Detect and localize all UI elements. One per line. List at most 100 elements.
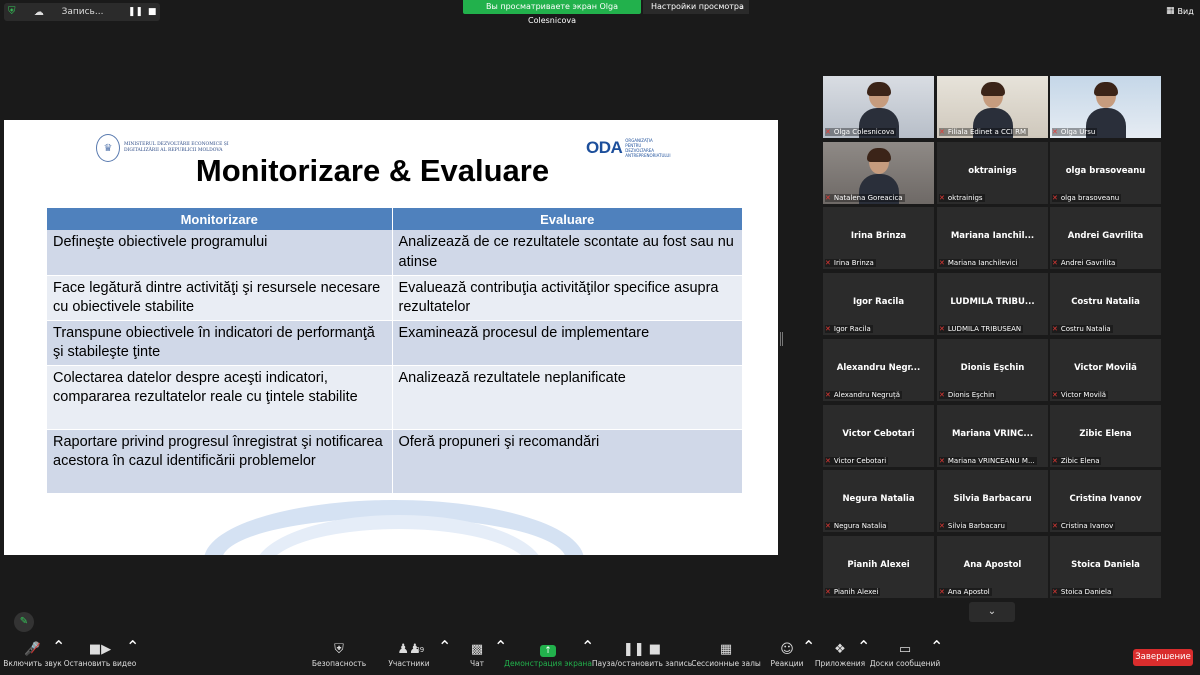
- participant-name: Stoica Daniela: [1060, 588, 1112, 596]
- chat-options-caret[interactable]: ⌃: [494, 637, 507, 656]
- participant-display-name: Pianih Alexei: [847, 560, 910, 570]
- participant-tile[interactable]: Dionis Eşchin ✕ Dionis Eşchin: [937, 339, 1048, 401]
- participant-name-label: ✕ Zibic Elena: [1052, 457, 1102, 465]
- stop-recording-icon[interactable]: ■: [144, 7, 160, 17]
- participant-name-label: ✕ Olga Colesnicova: [825, 128, 897, 136]
- gallery-next-page-button[interactable]: ⌄: [969, 602, 1015, 622]
- participant-tile[interactable]: Victor Movilă ✕ Victor Movilă: [1050, 339, 1161, 401]
- shield-icon: ⛨: [334, 642, 344, 657]
- table-cell: Examinează procesul de implementare: [392, 320, 743, 366]
- participant-name: Alexandru Negruță: [833, 391, 900, 399]
- muted-mic-icon: ✕: [939, 391, 945, 399]
- participant-display-name: LUDMILA TRIBU...: [950, 297, 1035, 307]
- participant-tile[interactable]: Alexandru Negr... ✕ Alexandru Negruță: [823, 339, 934, 401]
- participant-tile[interactable]: Igor Racila ✕ Igor Racila: [823, 273, 934, 335]
- reactions-options-caret[interactable]: ⌃: [802, 637, 815, 656]
- participant-name-label: ✕ Victor Cebotari: [825, 457, 889, 465]
- participant-name-label: ✕ Stoica Daniela: [1052, 588, 1114, 596]
- participants-button[interactable]: ♟♟ 39 Участники: [388, 637, 430, 675]
- participant-tile[interactable]: Mariana VRINC... ✕ Mariana VRINCEANU M...: [937, 405, 1048, 467]
- view-button[interactable]: ▦ Вид: [1166, 6, 1194, 16]
- participant-name: Cristina Ivanov: [1060, 522, 1114, 530]
- participant-display-name: Alexandru Negr...: [836, 363, 921, 373]
- participant-display-name: olga brasoveanu: [1065, 166, 1146, 176]
- apps-options-caret[interactable]: ⌃: [857, 637, 870, 656]
- participant-name-label: ✕ Olga Ursu: [1052, 128, 1098, 136]
- participant-tile[interactable]: Silvia Barbacaru ✕ Silvia Barbacaru: [937, 470, 1048, 532]
- participant-display-name: Victor Movilă: [1074, 363, 1137, 373]
- participant-tile[interactable]: Pianih Alexei ✕ Pianih Alexei: [823, 536, 934, 598]
- participant-tile[interactable]: ✕ Olga Colesnicova: [823, 76, 934, 138]
- participants-count: 39: [415, 646, 425, 654]
- pause-recording-button[interactable]: ❚❚ ■ Пауза/остановить запись: [592, 637, 692, 675]
- audio-options-caret[interactable]: ⌃: [52, 637, 65, 656]
- participants-options-caret[interactable]: ⌃: [438, 637, 451, 656]
- participant-tile[interactable]: Costru Natalia ✕ Costru Natalia: [1050, 273, 1161, 335]
- stop-video-button[interactable]: ■▶ Остановить видео: [64, 637, 137, 675]
- participant-name: Olga Colesnicova: [833, 128, 895, 136]
- share-screen-button[interactable]: ↑ Демонстрация экрана: [504, 637, 592, 675]
- table-cell: Colectarea datelor despre aceşti indicat…: [47, 365, 393, 430]
- participant-tile[interactable]: ✕ Olga Ursu: [1050, 76, 1161, 138]
- participant-name: Victor Movilă: [1060, 391, 1107, 399]
- participant-tile[interactable]: Cristina Ivanov ✕ Cristina Ivanov: [1050, 470, 1161, 532]
- participant-name-label: ✕ Igor Racila: [825, 325, 873, 333]
- table-cell: Raportare privind progresul înregistrat …: [47, 429, 393, 494]
- table-cell: Evaluează contribuţia activităţilor spec…: [392, 275, 743, 321]
- breakout-rooms-button[interactable]: ▦ Сессионные залы: [691, 637, 761, 675]
- reactions-button[interactable]: ☺ Реакции: [770, 637, 803, 675]
- participant-display-name: Mariana Ianchil...: [950, 231, 1035, 241]
- participant-name: Silvia Barbacaru: [947, 522, 1005, 530]
- table-cell: Transpune obiectivele în indicatori de p…: [47, 320, 393, 366]
- participant-tile[interactable]: oktrainigs ✕ oktrainigs: [937, 142, 1048, 204]
- table-row: Defineşte obiectivele programului Analiz…: [47, 230, 743, 276]
- whiteboards-options-caret[interactable]: ⌃: [930, 637, 943, 656]
- participant-name: Mariana VRINCEANU M...: [947, 457, 1035, 465]
- end-meeting-button[interactable]: Завершение: [1133, 649, 1193, 666]
- participant-tile[interactable]: Zibic Elena ✕ Zibic Elena: [1050, 405, 1161, 467]
- participant-tile[interactable]: ✕ Natalena Goreacica: [823, 142, 934, 204]
- video-camera-icon: ■▶: [88, 642, 112, 657]
- muted-mic-icon: 🎤̸: [24, 642, 41, 657]
- participant-tile[interactable]: Andrei Gavrilita ✕ Andrei Gavrilita: [1050, 207, 1161, 269]
- share-options-caret[interactable]: ⌃: [581, 637, 594, 656]
- top-bar: ⛨ ☁ Запись... ❚❚ ■ Вы просматриваете экр…: [0, 0, 1200, 25]
- muted-mic-icon: ✕: [1052, 259, 1058, 267]
- chat-button[interactable]: ▩ Чат: [466, 637, 488, 675]
- slide-title: Monitorizare & Evaluare: [195, 153, 550, 188]
- view-settings-button[interactable]: Настройки просмотра ⌄: [643, 0, 749, 14]
- participant-name-label: ✕ LUDMILA TRIBUSEAN: [939, 325, 1024, 333]
- shield-icon[interactable]: ⛨: [8, 6, 20, 18]
- muted-mic-icon: ✕: [825, 391, 831, 399]
- participant-name: Irina Brinza: [833, 259, 874, 267]
- participant-tile[interactable]: olga brasoveanu ✕ olga brasoveanu: [1050, 142, 1161, 204]
- muted-mic-icon: ✕: [825, 259, 831, 267]
- stop-video-label: Остановить видео: [63, 659, 137, 668]
- muted-mic-icon: ✕: [825, 522, 831, 530]
- muted-mic-icon: ✕: [825, 457, 831, 465]
- whiteboards-label: Доски сообщений: [869, 659, 941, 668]
- participant-tile[interactable]: Mariana Ianchil... ✕ Mariana Ianchilevici: [937, 207, 1048, 269]
- pause-stop-icon: ❚❚ ■: [622, 642, 662, 657]
- whiteboards-button[interactable]: ▭ Доски сообщений: [869, 637, 941, 675]
- annotate-pen-icon[interactable]: ✎: [14, 612, 34, 632]
- muted-mic-icon: ✕: [939, 588, 945, 596]
- muted-mic-icon: ✕: [939, 457, 945, 465]
- participant-tile[interactable]: LUDMILA TRIBU... ✕ LUDMILA TRIBUSEAN: [937, 273, 1048, 335]
- video-options-caret[interactable]: ⌃: [126, 637, 139, 656]
- participant-tile[interactable]: Negura Natalia ✕ Negura Natalia: [823, 470, 934, 532]
- share-banner: Вы просматриваете экран Olga Colesnicova: [463, 0, 641, 25]
- security-label: Безопасность: [311, 659, 367, 668]
- table-cell: Analizează de ce rezultatele scontate au…: [392, 230, 743, 276]
- muted-mic-icon: ✕: [825, 325, 831, 333]
- participant-display-name: Mariana VRINC...: [951, 429, 1034, 439]
- split-resize-handle[interactable]: [780, 332, 783, 346]
- participant-tile[interactable]: Victor Cebotari ✕ Victor Cebotari: [823, 405, 934, 467]
- participant-tile[interactable]: Ana Apostol ✕ Ana Apostol: [937, 536, 1048, 598]
- participant-tile[interactable]: Stoica Daniela ✕ Stoica Daniela: [1050, 536, 1161, 598]
- participant-tile[interactable]: Irina Brinza ✕ Irina Brinza: [823, 207, 934, 269]
- security-button[interactable]: ⛨ Безопасность: [311, 637, 367, 675]
- pause-recording-icon[interactable]: ❚❚: [127, 7, 145, 17]
- chevron-down-icon: ⌄: [987, 606, 997, 617]
- participant-tile[interactable]: ✕ Filiala Edinet a CCI RM: [937, 76, 1048, 138]
